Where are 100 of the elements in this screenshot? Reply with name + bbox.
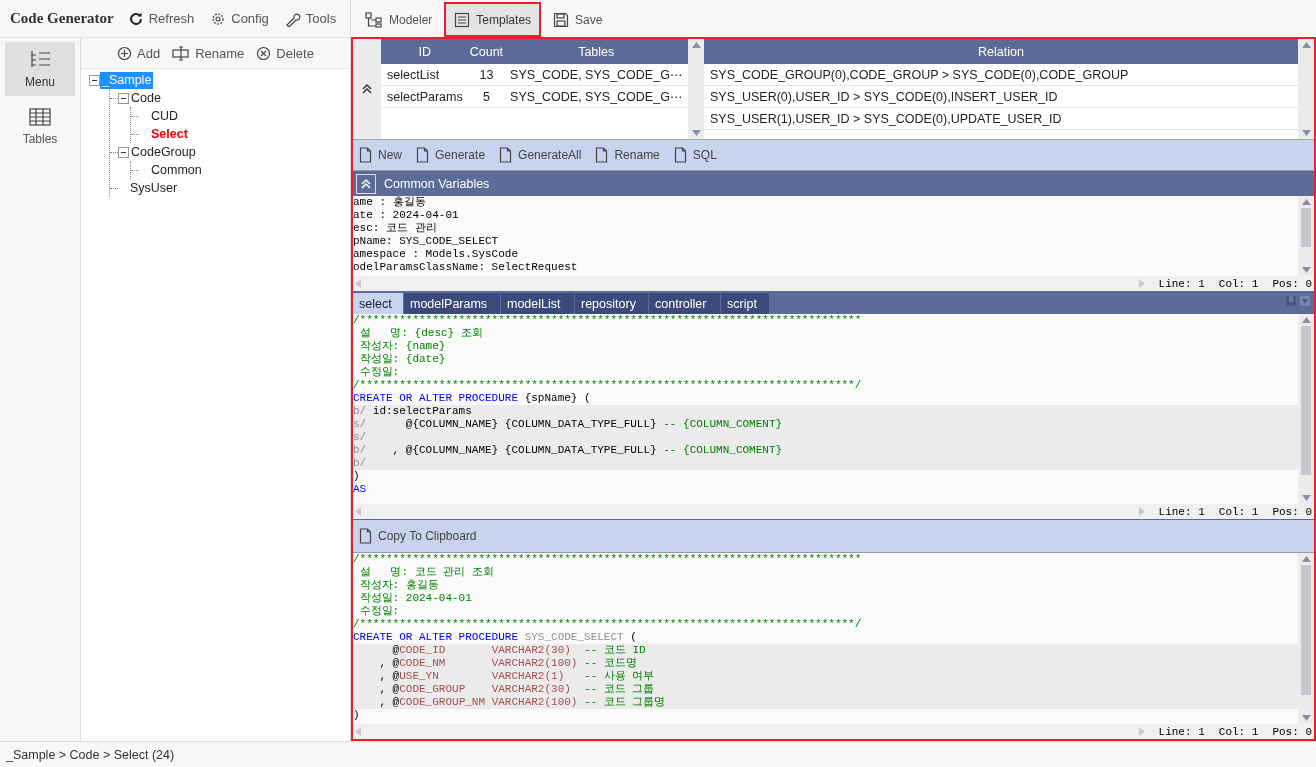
scroll-up-icon[interactable] bbox=[1301, 199, 1311, 205]
code-line: CREATE OR ALTER PROCEDURE {spName} ( bbox=[353, 392, 592, 405]
breadcrumb: _Sample > Code > Select (24) bbox=[0, 741, 1316, 767]
scroll-up-icon[interactable] bbox=[691, 42, 701, 48]
toolbar-button[interactable]: Rename bbox=[595, 147, 660, 163]
tab[interactable]: controller bbox=[649, 293, 720, 314]
column-header[interactable]: Tables bbox=[504, 39, 689, 64]
dropdown-icon[interactable] bbox=[1300, 295, 1310, 306]
tree-item[interactable]: SysUser bbox=[128, 179, 180, 197]
scrollbar[interactable] bbox=[1298, 39, 1314, 139]
scroll-left-icon[interactable] bbox=[355, 507, 361, 516]
expander-icon[interactable] bbox=[118, 146, 129, 158]
table-cell: selectParams bbox=[381, 85, 469, 108]
scroll-left-icon[interactable] bbox=[355, 727, 361, 736]
page-icon bbox=[416, 147, 429, 163]
code-line: /***************************************************************************/ bbox=[353, 379, 863, 392]
scrollbar[interactable] bbox=[688, 39, 705, 139]
section-title: Common Variables bbox=[384, 176, 490, 191]
scroll-down-icon[interactable] bbox=[1301, 267, 1311, 273]
delete-icon bbox=[256, 45, 272, 61]
toolbar-button[interactable]: SQL bbox=[673, 147, 717, 163]
table-cell: SYS_CODE_GROUP(0),CODE_GROUP > SYS_CODE(0),CODE_GROUP bbox=[704, 64, 1298, 86]
cursor-status: Line: 1 bbox=[1158, 277, 1205, 290]
code-line: 작성일: 2024-04-01 bbox=[358, 592, 473, 605]
scroll-down-icon[interactable] bbox=[691, 130, 701, 136]
tree-item[interactable]: Select bbox=[149, 125, 190, 143]
document-icon bbox=[454, 11, 471, 28]
copy-button[interactable]: Copy To Clipboard bbox=[359, 528, 477, 544]
tab[interactable]: Templates bbox=[444, 2, 542, 37]
page-icon bbox=[595, 147, 609, 163]
toolbar-button[interactable]: Config bbox=[208, 8, 271, 29]
toolbar-button[interactable]: New bbox=[359, 147, 402, 163]
scroll-down-icon[interactable] bbox=[1301, 495, 1311, 501]
tab[interactable]: Save bbox=[543, 2, 613, 37]
expander-icon[interactable] bbox=[118, 92, 129, 104]
column-header[interactable]: Count bbox=[468, 39, 505, 64]
scroll-left-icon[interactable] bbox=[355, 279, 361, 288]
toolbar-button[interactable]: Refresh bbox=[125, 8, 197, 29]
tab[interactable]: select bbox=[353, 293, 403, 314]
collapse-button[interactable] bbox=[356, 173, 376, 194]
refresh-icon bbox=[127, 10, 144, 27]
wrench-icon bbox=[284, 10, 301, 27]
settings-icon bbox=[210, 10, 227, 27]
table-cell: SYS_USER(0),USER_ID > SYS_CODE(0),INSERT_USER_ID bbox=[704, 85, 1298, 108]
scrollbar[interactable] bbox=[1298, 314, 1314, 504]
tree-action-button[interactable]: Delete bbox=[256, 45, 314, 61]
scroll-up-icon[interactable] bbox=[1301, 42, 1311, 48]
expand-right-icon[interactable] bbox=[1138, 507, 1145, 516]
scrollbar[interactable] bbox=[1298, 553, 1314, 724]
tree-action-button[interactable]: Add bbox=[117, 45, 161, 61]
code-line: CREATE OR ALTER PROCEDURE SYS_CODE_SELECT ( bbox=[353, 631, 638, 644]
rename-icon bbox=[172, 45, 191, 61]
tree-action-button[interactable]: Rename bbox=[172, 45, 245, 61]
cursor-status: Col: 1 bbox=[1218, 277, 1259, 290]
expand-right-icon[interactable] bbox=[1138, 279, 1145, 288]
scrollbar-thumb[interactable] bbox=[1301, 326, 1311, 475]
code-line: /**************************************************************************** bbox=[353, 314, 863, 327]
tab[interactable]: modelList bbox=[501, 293, 574, 314]
expander-icon[interactable] bbox=[89, 74, 100, 86]
code-editor[interactable]: ame : 홍길동 ate : 2024-04-01 esc: 코드 관리 pName: SYS_CODE_SELECT amespace : Models.SysCode odelParamsClassName: SelectRequest bbox=[353, 196, 1298, 276]
window-icon[interactable] bbox=[1286, 295, 1296, 306]
scroll-up-icon[interactable] bbox=[1301, 317, 1311, 323]
code-line: 수정일: bbox=[358, 605, 401, 618]
nav-item[interactable]: Tables bbox=[5, 100, 75, 154]
scrollbar[interactable] bbox=[1298, 196, 1314, 276]
nav-item[interactable]: Menu bbox=[5, 42, 75, 96]
tree-item[interactable]: Code bbox=[129, 89, 163, 107]
list-icon bbox=[29, 49, 51, 69]
column-header[interactable]: ID bbox=[381, 39, 469, 64]
toolbar-button[interactable]: Tools bbox=[282, 8, 339, 29]
table-icon bbox=[29, 108, 51, 126]
cursor-status: Col: 1 bbox=[1218, 505, 1259, 518]
tab[interactable]: Modeler bbox=[355, 2, 443, 37]
scroll-up-icon[interactable] bbox=[1301, 556, 1311, 562]
cursor-status: Pos: 0 bbox=[1272, 505, 1312, 518]
code-line: 설 명: {desc} 조회 bbox=[358, 327, 484, 340]
table-cell: 5 bbox=[468, 85, 505, 108]
code-line: ame : 홍길동 bbox=[353, 196, 427, 209]
cursor-status: Pos: 0 bbox=[1272, 277, 1312, 290]
diagram-icon bbox=[365, 11, 383, 28]
tree-item[interactable]: CUD bbox=[149, 107, 181, 125]
scrollbar-thumb[interactable] bbox=[1301, 208, 1311, 247]
expand-right-icon[interactable] bbox=[1138, 727, 1145, 736]
code-line: /**************************************************************************** bbox=[353, 553, 863, 566]
scroll-down-icon[interactable] bbox=[1301, 130, 1311, 136]
tab[interactable]: repository bbox=[575, 293, 648, 314]
code-line: ) bbox=[353, 470, 361, 483]
tab[interactable]: modelParams bbox=[404, 293, 500, 314]
tree-item[interactable]: Common bbox=[149, 161, 204, 179]
code-line: ) bbox=[353, 709, 361, 722]
code-line: 수정일: bbox=[358, 366, 401, 379]
toolbar-button[interactable]: GenerateAll bbox=[499, 147, 582, 163]
tree-item[interactable]: CodeGroup bbox=[129, 143, 198, 161]
code-line: 작성자: {name} bbox=[358, 340, 447, 353]
scrollbar-thumb[interactable] bbox=[1301, 565, 1311, 695]
column-header[interactable]: Relation bbox=[704, 39, 1298, 64]
page-icon bbox=[499, 147, 513, 163]
tab[interactable]: script bbox=[721, 293, 769, 314]
scroll-down-icon[interactable] bbox=[1301, 715, 1311, 721]
toolbar-button[interactable]: Generate bbox=[416, 147, 486, 163]
